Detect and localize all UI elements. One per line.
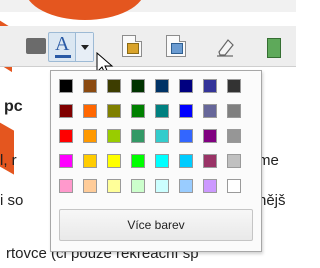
color-swatch[interactable] — [179, 154, 193, 168]
color-swatch[interactable] — [179, 129, 193, 143]
color-swatch[interactable] — [179, 179, 193, 193]
callout-top — [25, 0, 145, 20]
color-swatch[interactable] — [107, 129, 121, 143]
color-swatch[interactable] — [203, 104, 217, 118]
color-swatch[interactable] — [131, 79, 145, 93]
color-swatch[interactable] — [203, 179, 217, 193]
color-swatch[interactable] — [59, 104, 73, 118]
color-swatch[interactable] — [83, 79, 97, 93]
color-swatch[interactable] — [203, 154, 217, 168]
color-swatch[interactable] — [107, 79, 121, 93]
insert-image-icon[interactable] — [122, 35, 142, 57]
color-swatch[interactable] — [131, 129, 145, 143]
color-swatch[interactable] — [83, 154, 97, 168]
color-swatch[interactable] — [107, 104, 121, 118]
font-color-dropdown-arrow[interactable] — [75, 33, 93, 61]
color-swatch[interactable] — [155, 129, 169, 143]
font-color-palette: Více barev — [50, 70, 262, 252]
document-text-fragment: nějš — [258, 192, 286, 209]
color-swatch[interactable] — [203, 129, 217, 143]
color-swatch[interactable] — [155, 79, 169, 93]
document-text-fragment: i so — [0, 192, 24, 209]
font-color-underline — [55, 55, 71, 58]
color-swatch[interactable] — [227, 179, 241, 193]
editor-toolbar: A — [0, 26, 296, 67]
color-swatch[interactable] — [83, 104, 97, 118]
document-heading-fragment: pc — [4, 98, 23, 115]
color-swatch[interactable] — [107, 154, 121, 168]
color-swatch[interactable] — [59, 129, 73, 143]
color-swatch[interactable] — [131, 104, 145, 118]
color-swatch[interactable] — [131, 179, 145, 193]
color-swatch[interactable] — [227, 79, 241, 93]
color-swatch[interactable] — [227, 104, 241, 118]
color-swatch[interactable] — [227, 129, 241, 143]
color-swatch[interactable] — [155, 179, 169, 193]
color-swatch[interactable] — [155, 104, 169, 118]
color-swatch[interactable] — [59, 179, 73, 193]
more-colors-button[interactable]: Více barev — [59, 209, 253, 241]
green-toolbar-icon[interactable] — [267, 38, 281, 58]
paste-icon[interactable] — [166, 35, 186, 57]
color-swatch[interactable] — [227, 154, 241, 168]
color-swatch[interactable] — [59, 79, 73, 93]
color-swatch[interactable] — [59, 154, 73, 168]
toolbar-button[interactable] — [26, 38, 46, 54]
font-color-button[interactable]: A — [48, 32, 94, 62]
color-swatch[interactable] — [107, 179, 121, 193]
color-swatch[interactable] — [83, 179, 97, 193]
font-color-letter-icon: A — [55, 33, 70, 55]
color-swatch[interactable] — [179, 79, 193, 93]
color-swatch[interactable] — [203, 79, 217, 93]
eraser-icon[interactable] — [214, 36, 236, 58]
color-swatch[interactable] — [131, 154, 145, 168]
color-swatch[interactable] — [179, 104, 193, 118]
color-swatch[interactable] — [83, 129, 97, 143]
color-swatch[interactable] — [155, 154, 169, 168]
document-text-fragment: l, r — [0, 152, 17, 169]
